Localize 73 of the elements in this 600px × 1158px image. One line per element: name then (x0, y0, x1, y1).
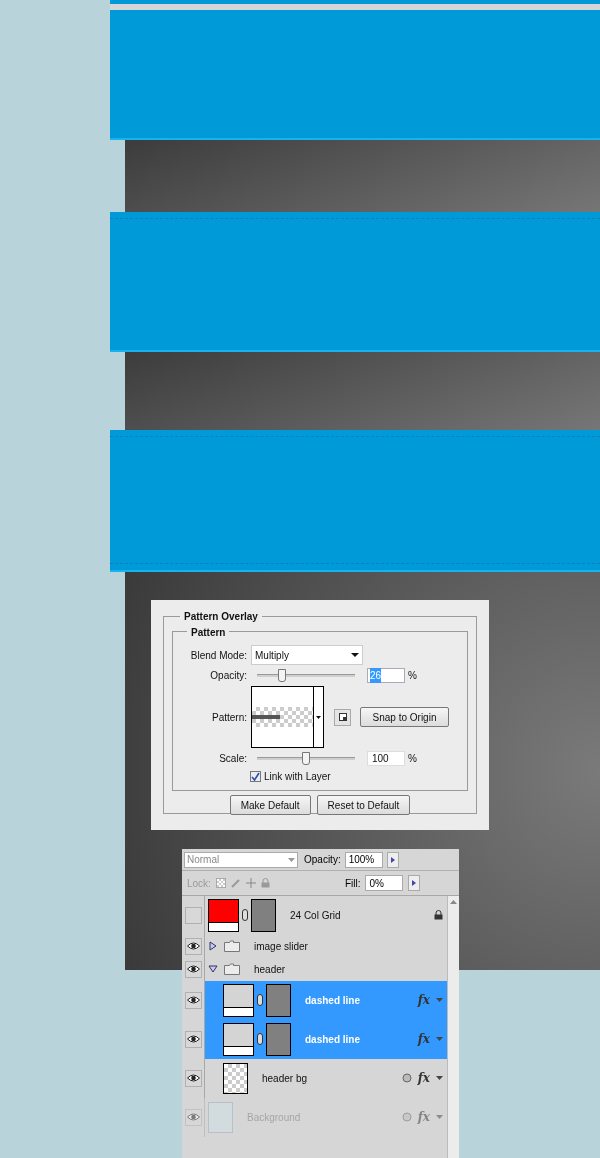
checkmark-icon (251, 771, 260, 781)
visibility-toggle[interactable] (184, 906, 202, 924)
stepper-button[interactable] (408, 875, 421, 891)
visibility-toggle[interactable] (184, 991, 202, 1009)
field-label: Fill: (344, 876, 361, 891)
field-label: Blend Mode: (189, 648, 247, 663)
mask-thumbnail (266, 1022, 291, 1056)
scrollbar[interactable] (447, 896, 459, 1158)
visibility-toggle[interactable] (184, 1069, 202, 1087)
new-preset-button[interactable] (334, 708, 351, 726)
fx-label: fx (417, 1031, 430, 1048)
lock-transparency-icon[interactable] (215, 878, 226, 888)
opacity-field[interactable]: 100% (344, 851, 383, 868)
scale-input[interactable]: 100 (367, 751, 405, 766)
snap-to-origin-button[interactable]: Snap to Origin (360, 707, 449, 727)
link-icon (257, 1033, 263, 1045)
dialog-button[interactable]: Reset to Default (316, 795, 411, 815)
fx-label: fx (417, 992, 430, 1009)
mask-thumbnail (266, 983, 291, 1017)
visibility-toggle[interactable] (184, 937, 202, 955)
expand-triangle-icon[interactable] (208, 941, 218, 951)
unit-label: % (408, 752, 417, 766)
triangle-icon (390, 856, 395, 863)
eye-icon (186, 996, 200, 1004)
slider-thumb[interactable] (278, 668, 287, 682)
checkbox-label: Link with Layer (264, 769, 331, 784)
section-title: Pattern Overlay (180, 609, 262, 624)
lock-label: Lock: (187, 876, 211, 891)
layer-thumbnail (223, 1062, 248, 1094)
eye-icon (186, 942, 200, 950)
layer-name: header (254, 962, 287, 977)
dialog-button[interactable]: Make Default (229, 795, 311, 815)
triangle-icon (412, 880, 417, 886)
field-label: Pattern: (210, 710, 247, 725)
unit-label: % (408, 669, 417, 683)
fx-label: fx (417, 1070, 430, 1087)
blend-mode-dropdown[interactable]: Multiply (251, 645, 363, 665)
caret-icon[interactable] (436, 1037, 443, 1041)
field-label: Opacity: (304, 853, 341, 867)
eye-icon (186, 965, 200, 973)
visibility-toggle[interactable] (184, 960, 202, 978)
field-label: Opacity: (209, 669, 247, 683)
slider-thumb[interactable] (302, 751, 310, 765)
collapse-triangle-icon[interactable] (208, 964, 218, 974)
layer-name: 24 Col Grid (290, 908, 342, 923)
layer-name: header bg (262, 1071, 309, 1086)
eye-icon (186, 1113, 200, 1121)
eye-icon (186, 1035, 200, 1043)
eye-icon (186, 1074, 200, 1082)
link-icon (242, 909, 248, 921)
caret-icon (316, 715, 321, 719)
link-icon (257, 994, 263, 1006)
visibility-toggle[interactable] (184, 1030, 202, 1048)
scroll-up-icon[interactable] (450, 900, 457, 904)
folder-icon (224, 963, 240, 975)
caret-icon (351, 653, 359, 657)
fill-field[interactable]: 0% (365, 875, 404, 891)
caret-icon[interactable] (436, 1076, 443, 1080)
layer-thumbnail (208, 1101, 233, 1133)
mask-thumbnail (251, 898, 276, 932)
pattern-picker[interactable] (251, 686, 324, 748)
layer-name: dashed line (305, 1032, 361, 1047)
fx-label: fx (417, 1109, 430, 1126)
field-label: Scale: (218, 752, 247, 766)
layer-name: image slider (254, 939, 309, 954)
link-checkbox[interactable] (250, 770, 261, 782)
stepper-button[interactable] (386, 851, 399, 868)
page-icon (338, 713, 347, 721)
layer-name: dashed line (305, 993, 361, 1008)
folder-icon (224, 940, 240, 952)
caret-icon (288, 857, 295, 862)
caret-icon[interactable] (436, 998, 443, 1002)
blend-mode-dropdown[interactable]: Normal (184, 851, 298, 868)
